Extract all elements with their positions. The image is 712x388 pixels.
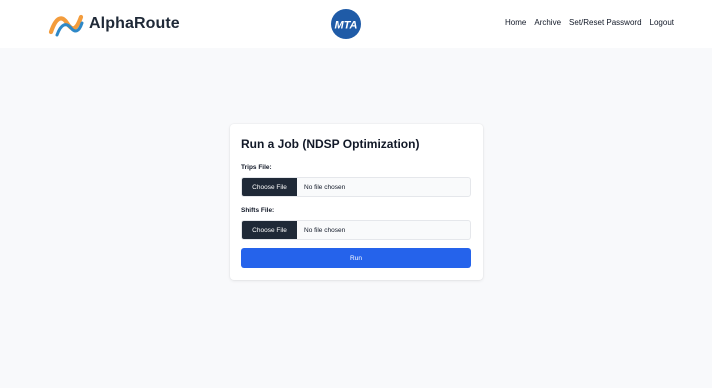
trips-choose-file-button[interactable]: Choose File	[242, 178, 297, 196]
shifts-file-input[interactable]: Choose File No file chosen	[241, 220, 471, 240]
brand-link[interactable]: AlphaRoute	[48, 11, 180, 37]
brand-name: AlphaRoute	[89, 15, 180, 32]
alpharoute-logo-icon	[48, 14, 84, 37]
nav-link-set-reset-password[interactable]: Set/Reset Password	[569, 18, 641, 27]
shifts-file-status: No file chosen	[304, 226, 346, 234]
mta-logo-icon: MTA	[331, 9, 361, 39]
trips-file-input[interactable]: Choose File No file chosen	[241, 177, 471, 197]
mta-logo-text: MTA	[334, 20, 357, 32]
trips-file-label: Trips File:	[241, 164, 272, 171]
nav-links: Home Archive Set/Reset Password Logout	[505, 18, 674, 27]
shifts-choose-file-button[interactable]: Choose File	[242, 221, 297, 239]
top-navbar: AlphaRoute MTA Home Archive Set/Reset Pa…	[0, 0, 712, 48]
shifts-file-label: Shifts File:	[241, 207, 275, 214]
run-button[interactable]: Run	[241, 248, 471, 268]
run-job-card: Run a Job (NDSP Optimization) Trips File…	[230, 124, 483, 280]
form-title: Run a Job (NDSP Optimization)	[241, 137, 420, 151]
nav-link-home[interactable]: Home	[505, 18, 526, 27]
trips-file-status: No file chosen	[304, 183, 346, 191]
nav-link-logout[interactable]: Logout	[650, 18, 674, 27]
nav-link-archive[interactable]: Archive	[534, 18, 561, 27]
